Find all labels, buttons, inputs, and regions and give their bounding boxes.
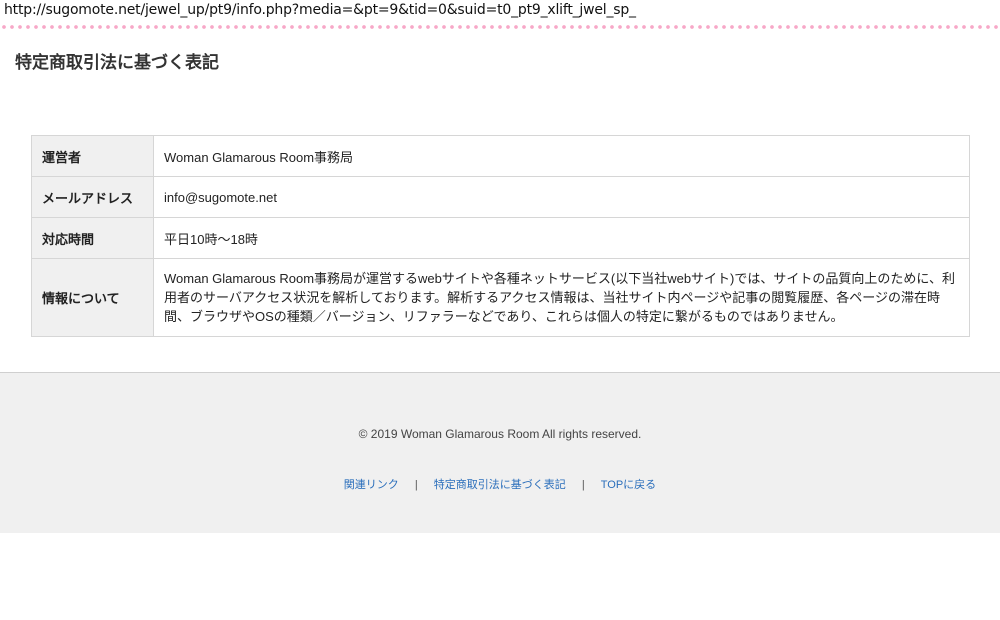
page-title: 特定商取引法に基づく表記 [15, 53, 219, 73]
link-separator: | [581, 479, 585, 491]
url-text: http://sugomote.net/jewel_up/pt9/info.ph… [4, 2, 636, 18]
row-value-hours: 平日10時～18時 [153, 217, 970, 259]
table-row: 情報について Woman Glamarous Room事務局が運営するwebサイ… [31, 258, 970, 337]
row-label-info: 情報について [31, 258, 154, 337]
row-label-email: メールアドレス [31, 176, 154, 218]
table-row: 運営者 Woman Glamarous Room事務局 [31, 135, 970, 177]
row-label-hours: 対応時間 [31, 217, 154, 259]
table-row: メールアドレス info@sugomote.net [31, 176, 970, 218]
footer-link-related[interactable]: 関連リンク [344, 479, 399, 491]
info-table: 運営者 Woman Glamarous Room事務局 メールアドレス info… [31, 135, 970, 337]
footer-link-top[interactable]: TOPに戻る [601, 479, 656, 491]
footer-links: 関連リンク | 特定商取引法に基づく表記 | TOPに戻る [0, 476, 1000, 492]
footer: © 2019 Woman Glamarous Room All rights r… [0, 372, 1000, 533]
row-value-info: Woman Glamarous Room事務局が運営するwebサイトや各種ネット… [153, 258, 970, 337]
link-separator: | [414, 479, 418, 491]
table-row: 対応時間 平日10時～18時 [31, 217, 970, 259]
row-value-operator: Woman Glamarous Room事務局 [153, 135, 970, 177]
dotted-divider [0, 24, 1000, 30]
footer-link-tokusho[interactable]: 特定商取引法に基づく表記 [434, 479, 566, 491]
row-value-email: info@sugomote.net [153, 176, 970, 218]
row-label-operator: 運営者 [31, 135, 154, 177]
copyright-text: © 2019 Woman Glamarous Room All rights r… [358, 427, 642, 441]
